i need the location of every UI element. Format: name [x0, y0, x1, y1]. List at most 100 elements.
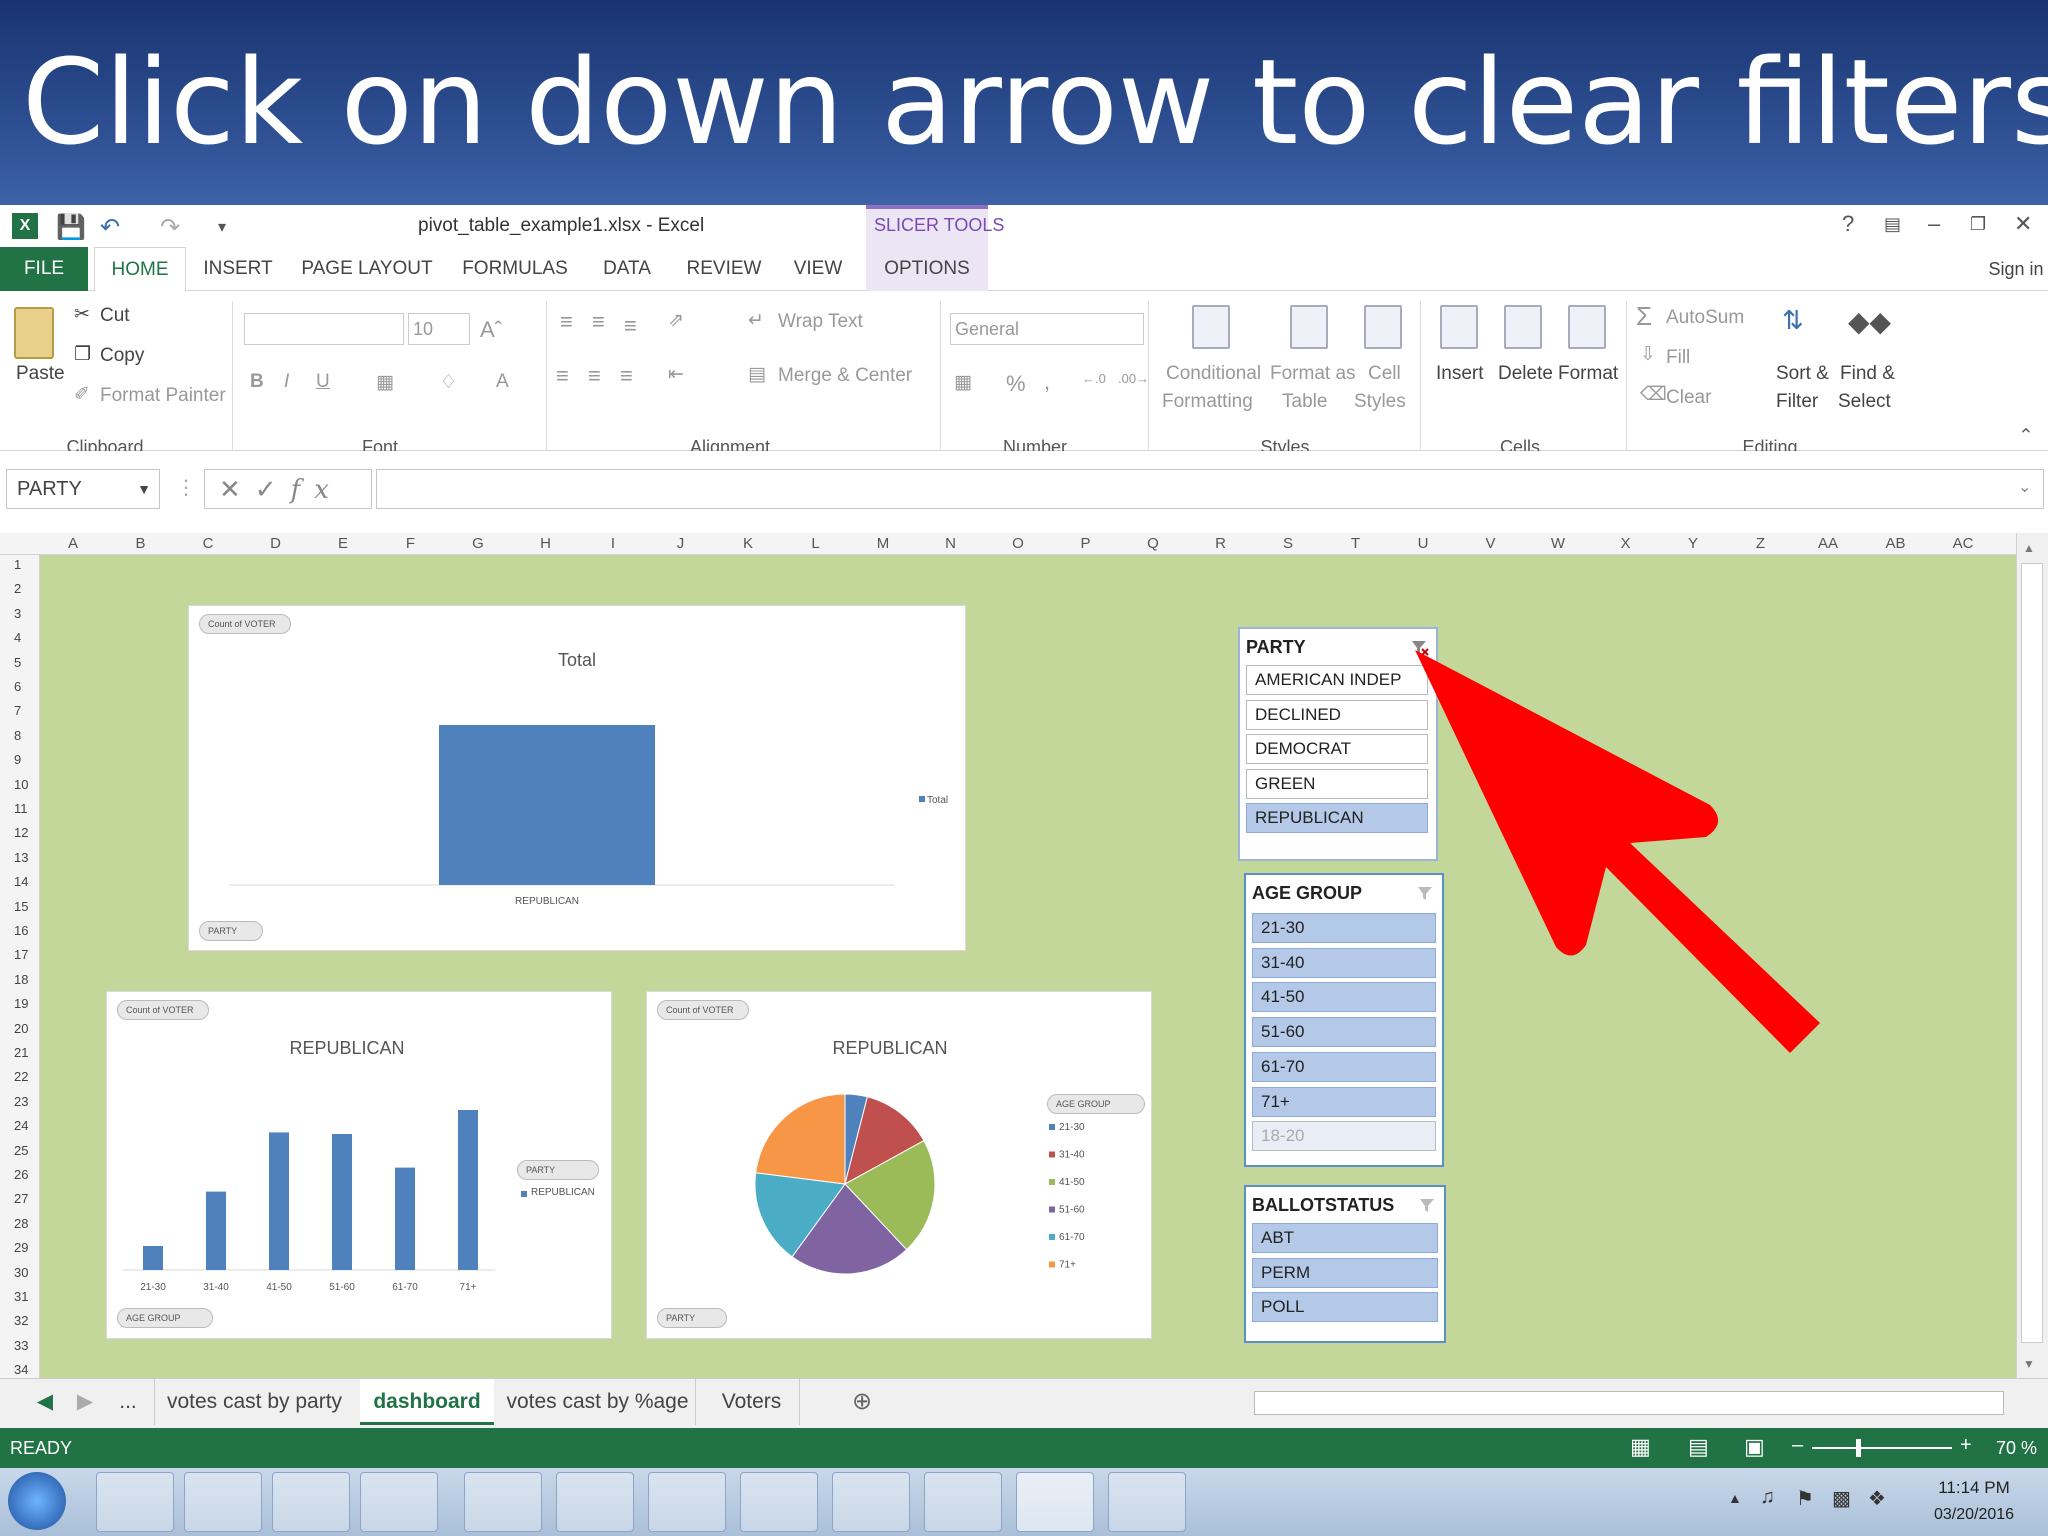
number-format-box[interactable]: General: [950, 313, 1144, 345]
column-header[interactable]: V: [1466, 535, 1516, 552]
total-chart[interactable]: Count of VOTER Total Total REPUBLICAN PA…: [188, 605, 966, 951]
format-as-table-icon[interactable]: [1290, 305, 1328, 349]
align-top-icon[interactable]: ≡: [560, 309, 573, 335]
delete-cells-button[interactable]: Delete: [1498, 363, 1553, 385]
collapse-ribbon-icon[interactable]: ⌃: [2018, 425, 2034, 448]
slicer-item[interactable]: DEMOCRAT: [1246, 734, 1428, 765]
row-header[interactable]: 16: [0, 923, 40, 938]
merge-center-button[interactable]: Merge & Center: [778, 365, 912, 387]
row-header[interactable]: 9: [0, 752, 40, 767]
party-filter-button[interactable]: PARTY: [199, 921, 263, 941]
slicer-item[interactable]: 51-60: [1252, 1017, 1436, 1048]
column-header[interactable]: W: [1533, 535, 1583, 552]
paste-button[interactable]: Paste: [16, 363, 65, 385]
format-cells-icon[interactable]: [1568, 305, 1606, 349]
slicer-item[interactable]: REPUBLICAN: [1246, 803, 1428, 834]
slicer-item[interactable]: 61-70: [1252, 1051, 1436, 1082]
chrome-icon[interactable]: [740, 1472, 818, 1532]
sheet-tab-votes-by-age[interactable]: votes cast by %age: [500, 1379, 696, 1425]
show-hidden-icons-icon[interactable]: ▲: [1728, 1490, 1742, 1506]
tab-formulas[interactable]: FORMULAS: [456, 247, 574, 291]
tab-insert[interactable]: INSERT: [196, 247, 280, 291]
indent-icon[interactable]: ⇤: [668, 363, 684, 386]
column-header[interactable]: D: [251, 535, 301, 552]
row-header[interactable]: 25: [0, 1143, 40, 1158]
clear-icon[interactable]: ⌫: [1640, 383, 1667, 406]
clock-time[interactable]: 11:14 PM: [1924, 1478, 2024, 1498]
insert-cells-icon[interactable]: [1440, 305, 1478, 349]
sort-filter-icon[interactable]: ⇅: [1782, 305, 1804, 336]
row-header[interactable]: 1: [0, 557, 40, 572]
align-right-icon[interactable]: ≡: [620, 363, 633, 389]
sort-filter-label-2[interactable]: Filter: [1776, 391, 1818, 413]
border-icon[interactable]: ▦: [376, 371, 394, 394]
column-header[interactable]: N: [926, 535, 976, 552]
column-header[interactable]: R: [1196, 535, 1246, 552]
decrease-decimal-icon[interactable]: .00→: [1118, 371, 1149, 386]
row-header[interactable]: 27: [0, 1191, 40, 1206]
column-header[interactable]: C: [183, 535, 233, 552]
column-header[interactable]: I: [588, 535, 638, 552]
fill-button[interactable]: Fill: [1666, 347, 1690, 369]
format-as-table-label-1[interactable]: Format as: [1270, 363, 1356, 385]
row-header[interactable]: 20: [0, 1021, 40, 1036]
expand-formula-bar-icon[interactable]: ⌄: [2018, 477, 2031, 497]
tab-page-layout[interactable]: PAGE LAYOUT: [296, 247, 438, 291]
align-center-icon[interactable]: ≡: [588, 363, 601, 389]
row-header[interactable]: 14: [0, 874, 40, 889]
redo-icon[interactable]: ↷: [160, 213, 180, 242]
italic-button[interactable]: I: [284, 371, 289, 393]
paint-app-icon[interactable]: [556, 1472, 634, 1532]
cell-styles-label-1[interactable]: Cell: [1368, 363, 1401, 385]
column-header[interactable]: U: [1398, 535, 1448, 552]
format-cells-button[interactable]: Format: [1558, 363, 1618, 385]
restore-button[interactable]: ❐: [1970, 214, 1986, 235]
row-header[interactable]: 3: [0, 606, 40, 621]
column-header[interactable]: M: [858, 535, 908, 552]
column-header[interactable]: F: [386, 535, 436, 552]
sheet-tab-voters[interactable]: Voters: [704, 1379, 800, 1425]
align-left-icon[interactable]: ≡: [556, 363, 569, 389]
internet-explorer-icon[interactable]: [96, 1472, 174, 1532]
column-header[interactable]: B: [116, 535, 166, 552]
party-legend-filter-button[interactable]: PARTY: [517, 1160, 599, 1180]
fill-icon[interactable]: ⇩: [1640, 343, 1656, 366]
align-bottom-icon[interactable]: ≡: [624, 313, 637, 339]
scroll-up-icon[interactable]: ▲: [2023, 541, 2035, 555]
vertical-scrollbar[interactable]: ▲ ▼: [2016, 533, 2048, 1378]
clear-filter-icon[interactable]: [1418, 1197, 1438, 1215]
scroll-thumb[interactable]: [2021, 563, 2043, 1343]
slicer-item[interactable]: DECLINED: [1246, 699, 1428, 730]
accounting-format-icon[interactable]: ▦: [954, 371, 972, 394]
ribbon-display-icon[interactable]: ▤: [1884, 214, 1901, 235]
tab-home[interactable]: HOME: [94, 247, 186, 292]
autosum-icon[interactable]: Σ: [1636, 301, 1652, 332]
row-header[interactable]: 5: [0, 655, 40, 670]
grow-font-icon[interactable]: Aˆ: [480, 317, 502, 343]
notes-icon[interactable]: [648, 1472, 726, 1532]
wrap-text-icon[interactable]: ↵: [748, 309, 764, 332]
name-box[interactable]: PARTY ▼: [6, 469, 160, 509]
copy-icon[interactable]: ❐: [74, 343, 91, 366]
row-header[interactable]: 17: [0, 947, 40, 962]
column-header[interactable]: Q: [1128, 535, 1178, 552]
binoculars-icon[interactable]: ◆◆: [1848, 305, 1891, 338]
row-header[interactable]: 34: [0, 1362, 40, 1377]
scroll-down-icon[interactable]: ▼: [2023, 1357, 2035, 1371]
row-header[interactable]: 6: [0, 679, 40, 694]
horizontal-scrollbar[interactable]: [1254, 1391, 2004, 1415]
flag-icon[interactable]: ⚑: [1796, 1486, 1814, 1511]
powerpoint-icon[interactable]: [1108, 1472, 1186, 1532]
cancel-entry-icon[interactable]: ✕: [219, 474, 255, 504]
party-slicer[interactable]: PARTY AMERICAN INDEP DECLINED DEMOCRAT GREE…: [1238, 627, 1438, 861]
percent-button[interactable]: %: [1006, 371, 1026, 397]
zoom-slider-thumb[interactable]: [1856, 1439, 1861, 1457]
row-header[interactable]: 15: [0, 899, 40, 914]
find-select-label-2[interactable]: Select: [1838, 391, 1891, 413]
slicer-item[interactable]: POLL: [1252, 1292, 1438, 1323]
zoom-in-icon[interactable]: +: [1960, 1434, 1972, 1457]
slicer-item[interactable]: 41-50: [1252, 982, 1436, 1013]
column-header[interactable]: S: [1263, 535, 1313, 552]
slicer-item[interactable]: 31-40: [1252, 947, 1436, 978]
row-header[interactable]: 13: [0, 850, 40, 865]
